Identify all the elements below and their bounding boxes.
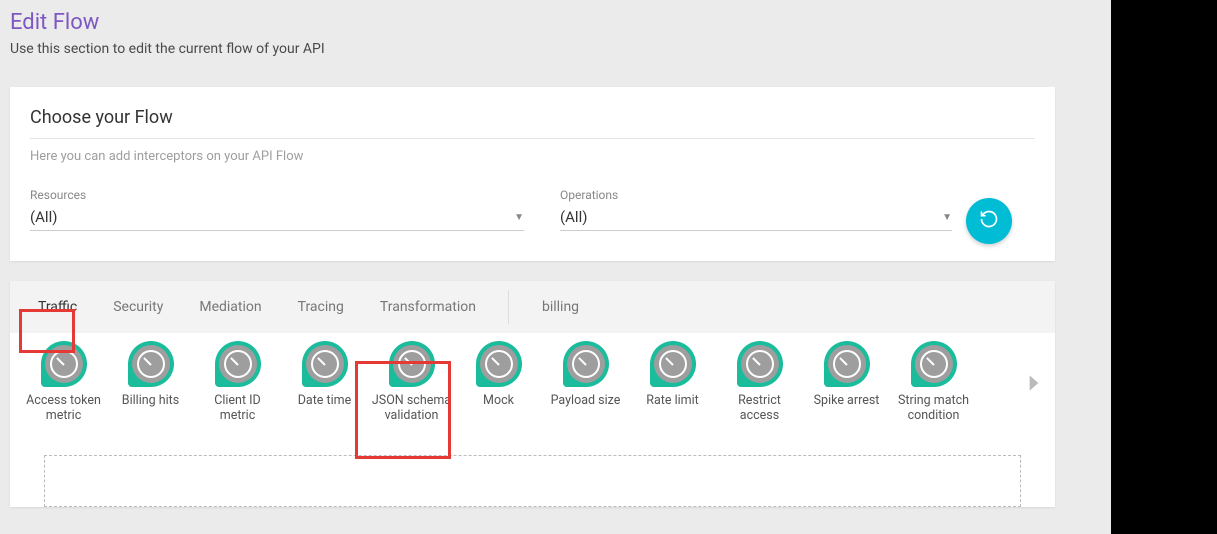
- scroll-right-button[interactable]: [1021, 370, 1047, 400]
- operations-label: Operations: [560, 188, 952, 202]
- gauge-icon: [41, 341, 87, 387]
- tab-tracing[interactable]: Tracing: [280, 281, 362, 333]
- caret-down-icon: ▼: [942, 212, 952, 223]
- chevron-right-icon: [1021, 384, 1047, 400]
- tabs-bar: Traffic Security Mediation Tracing Trans…: [10, 281, 1055, 333]
- interceptor-json-schema-validation[interactable]: JSON schema validation: [368, 341, 455, 423]
- page-title: Edit Flow: [10, 10, 1085, 35]
- resources-value: (All): [30, 208, 57, 226]
- resources-label: Resources: [30, 188, 524, 202]
- interceptor-spike-arrest[interactable]: Spike arrest: [803, 341, 890, 408]
- flow-card: Choose your Flow Here you can add interc…: [10, 87, 1055, 261]
- interceptor-date-time[interactable]: Date time: [281, 341, 368, 408]
- interceptor-panel: Traffic Security Mediation Tracing Trans…: [10, 281, 1055, 507]
- page-subtitle: Use this section to edit the current flo…: [10, 41, 1085, 57]
- operations-value: (All): [560, 208, 587, 226]
- caret-down-icon: ▼: [514, 212, 524, 223]
- tab-separator: [494, 281, 524, 333]
- gauge-icon: [476, 341, 522, 387]
- history-icon: [979, 209, 999, 233]
- page-header: Edit Flow Use this section to edit the c…: [0, 0, 1095, 61]
- gauge-icon: [215, 341, 261, 387]
- gauge-icon: [911, 341, 957, 387]
- interceptor-row: Access token metric Billing hits Client …: [10, 333, 1055, 437]
- selectors-row: Resources (All) ▼ Operations (All) ▼: [30, 188, 1035, 231]
- resources-select[interactable]: (All) ▼: [30, 206, 524, 231]
- flow-subtitle: Here you can add interceptors on your AP…: [30, 139, 1035, 164]
- resources-select-group: Resources (All) ▼: [30, 188, 524, 231]
- tab-mediation[interactable]: Mediation: [181, 281, 279, 333]
- operations-select-group: Operations (All) ▼: [560, 188, 952, 231]
- gauge-icon: [563, 341, 609, 387]
- interceptor-payload-size[interactable]: Payload size: [542, 341, 629, 408]
- tab-traffic[interactable]: Traffic: [20, 281, 95, 333]
- gauge-icon: [824, 341, 870, 387]
- interceptor-access-token-metric[interactable]: Access token metric: [20, 341, 107, 423]
- interceptor-restrict-access[interactable]: Restrict access: [716, 341, 803, 423]
- main-content: Edit Flow Use this section to edit the c…: [0, 0, 1095, 534]
- gauge-icon: [128, 341, 174, 387]
- tab-security[interactable]: Security: [95, 281, 181, 333]
- interceptor-billing-hits[interactable]: Billing hits: [107, 341, 194, 408]
- operations-select[interactable]: (All) ▼: [560, 206, 952, 231]
- gauge-icon: [737, 341, 783, 387]
- tab-transformation[interactable]: Transformation: [362, 281, 494, 333]
- refresh-button[interactable]: [966, 198, 1012, 244]
- flow-title: Choose your Flow: [30, 107, 1035, 139]
- right-black-panel: [1111, 0, 1217, 534]
- gauge-icon: [302, 341, 348, 387]
- tab-billing[interactable]: billing: [524, 281, 597, 333]
- gauge-icon: [650, 341, 696, 387]
- interceptor-rate-limit[interactable]: Rate limit: [629, 341, 716, 408]
- interceptor-client-id-metric[interactable]: Client ID metric: [194, 341, 281, 423]
- gauge-icon: [389, 341, 435, 387]
- interceptor-mock[interactable]: Mock: [455, 341, 542, 408]
- refresh-wrap: [956, 188, 1012, 244]
- interceptor-string-match-condition[interactable]: String match condition: [890, 341, 977, 423]
- flow-drop-zone[interactable]: [44, 455, 1021, 507]
